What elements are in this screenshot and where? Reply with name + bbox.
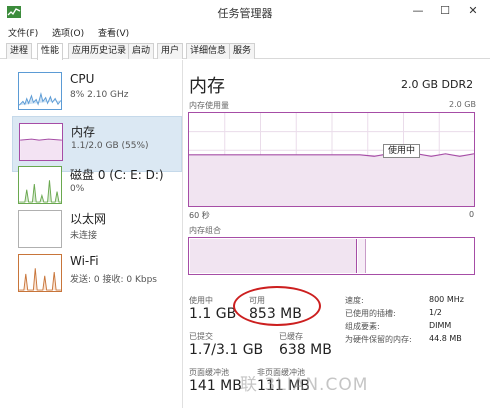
prop-form-factor-value: DIMM [429, 321, 452, 330]
maximize-button[interactable]: ☐ [432, 0, 458, 22]
tab-performance[interactable]: 性能 [37, 43, 64, 60]
composition-modified-segment [358, 239, 366, 273]
time-axis-left-label: 60 秒 [189, 211, 210, 220]
committed-value: 1.7/3.1 GB [189, 342, 264, 358]
sidebar-item-subtitle: 1.1/2.0 GB (55%) [71, 141, 149, 151]
memory-detail-panel: 内存 2.0 GB DDR2 内存使用量 2.0 GB 使用中 60 秒 0 内… [183, 60, 490, 408]
sidebar-item-subtitle: 未连接 [70, 231, 98, 241]
panel-title: 内存 [189, 76, 225, 97]
sidebar-item-subtitle: 0% [70, 184, 85, 194]
usage-chart-label: 内存使用量 [189, 101, 229, 110]
prop-reserved-value: 44.8 MB [429, 334, 462, 343]
committed-label: 已提交 [189, 332, 213, 341]
tab-users[interactable]: 用户 [157, 43, 184, 59]
prop-form-factor-label: 组成要素: [345, 322, 380, 331]
paged-pool-value: 141 MB [189, 378, 242, 394]
title-bar: 任务管理器 — ☐ ✕ [0, 0, 490, 24]
tab-services[interactable]: 服务 [229, 43, 256, 59]
sidebar-item-cpu[interactable]: CPU 8% 2.10 GHz [12, 66, 182, 122]
sidebar-item-title: 内存 [71, 125, 96, 139]
paged-pool-label: 页面缓冲池 [189, 368, 229, 377]
sidebar-item-title: Wi-Fi [70, 254, 99, 268]
wifi-graph-thumbnail [18, 254, 62, 292]
tab-processes[interactable]: 进程 [6, 43, 33, 59]
disk-graph-thumbnail [18, 166, 62, 204]
minimize-button[interactable]: — [405, 0, 431, 22]
in-use-label: 使用中 [189, 296, 213, 305]
cached-label: 已缓存 [279, 332, 303, 341]
annotation-circle [233, 286, 321, 326]
menu-options[interactable]: 选项(O) [52, 26, 84, 39]
memory-total: 2.0 GB DDR2 [401, 78, 474, 91]
watermark: 联 3LIAN.COM [240, 375, 369, 395]
sidebar-item-title: 磁盘 0 (C: E: D:) [70, 168, 164, 182]
composition-chart-label: 内存组合 [189, 226, 221, 235]
cpu-graph-thumbnail [18, 72, 62, 110]
tab-details[interactable]: 详细信息 [186, 43, 231, 59]
close-button[interactable]: ✕ [458, 0, 488, 22]
sidebar-item-subtitle: 8% 2.10 GHz [70, 90, 129, 100]
prop-reserved-label: 为硬件保留的内存: [345, 335, 412, 344]
memory-usage-chart [188, 112, 475, 207]
menu-bar: 文件(F) 选项(O) 查看(V) [0, 24, 490, 40]
menu-view[interactable]: 查看(V) [98, 26, 129, 39]
in-use-value: 1.1 GB [189, 306, 237, 322]
tab-app-history[interactable]: 应用历史记录 [68, 43, 131, 59]
tab-bar: 进程 性能 应用历史记录 启动 用户 详细信息 服务 [0, 41, 490, 60]
sidebar-item-subtitle: 发送: 0 接收: 0 Kbps [70, 275, 157, 285]
composition-in-use-segment [190, 239, 357, 273]
prop-slots-label: 已使用的插槽: [345, 309, 396, 318]
prop-speed-value: 800 MHz [429, 295, 464, 304]
usage-tooltip: 使用中 [383, 144, 421, 158]
prop-speed-label: 速度: [345, 296, 364, 305]
time-axis-right-label: 0 [469, 210, 475, 219]
cached-value: 638 MB [279, 342, 332, 358]
resource-sidebar: CPU 8% 2.10 GHz 内存 1.1/2.0 GB (55%) 磁盘 0… [0, 60, 183, 408]
ethernet-graph-thumbnail [18, 210, 62, 248]
sidebar-item-wifi[interactable]: Wi-Fi 发送: 0 接收: 0 Kbps [12, 248, 182, 304]
menu-file[interactable]: 文件(F) [8, 26, 38, 39]
sidebar-item-title: CPU [70, 72, 95, 86]
tab-startup[interactable]: 启动 [128, 43, 155, 59]
memory-composition-chart [188, 237, 475, 275]
memory-graph-thumbnail [19, 123, 63, 161]
usage-chart-max: 2.0 GB [449, 100, 476, 109]
prop-slots-value: 1/2 [429, 308, 442, 317]
sidebar-item-title: 以太网 [70, 212, 107, 226]
